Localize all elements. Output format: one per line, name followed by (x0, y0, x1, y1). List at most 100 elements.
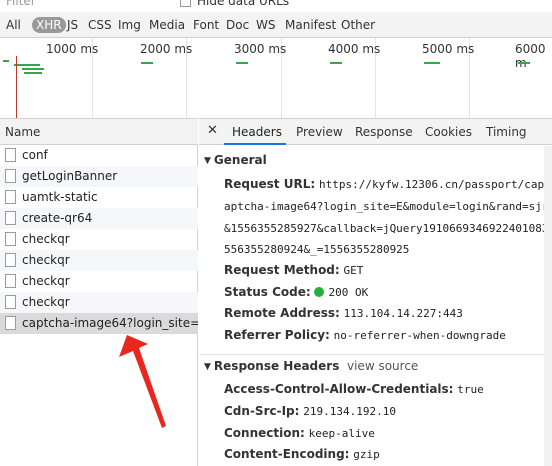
response-header-key: Access-Control-Allow-Credentials: (224, 382, 454, 396)
response-header-key: Connection: (224, 426, 305, 440)
timeline-request-bar (14, 64, 40, 66)
request-row-checkqr[interactable]: checkqr (0, 292, 198, 313)
filter-other[interactable]: Other (340, 17, 376, 33)
filter-input[interactable]: Filter (6, 0, 36, 8)
request-url-row: Request URL: https://kyfw.12306.cn/passp… (224, 174, 552, 195)
response-header-key: Cdn-Src-Ip: (224, 404, 300, 418)
request-url-value: 556355280924&_=1556355280925 (224, 243, 410, 256)
request-row-uamtk-static[interactable]: uamtk-static (0, 187, 198, 208)
hide-data-urls-checkbox[interactable] (180, 0, 191, 7)
file-icon (5, 295, 16, 309)
request-url-value: https://kyfw.12306.cn/passport/captch (318, 178, 552, 191)
filter-img[interactable]: Img (117, 17, 142, 33)
hide-data-urls-label: Hide data URLs (197, 0, 290, 8)
filter-ws[interactable]: WS (255, 17, 276, 33)
request-method-value: GET (343, 264, 364, 277)
response-header-value: true (457, 383, 484, 396)
tab-preview[interactable]: Preview (296, 125, 343, 139)
file-icon (5, 274, 16, 288)
response-headers-section-toggle[interactable]: ▼ Response Headers (204, 359, 339, 373)
request-row-checkqr[interactable]: checkqr (0, 271, 198, 292)
request-row-checkqr[interactable]: checkqr (0, 250, 198, 271)
status-code-value: 200 OK (328, 286, 369, 299)
filter-doc[interactable]: Doc (225, 17, 250, 33)
status-ok-icon (314, 287, 325, 297)
timeline-tick-label: 3000 ms (234, 42, 287, 56)
request-row-checkqr[interactable]: checkqr (0, 229, 198, 250)
request-url-value: &1556355285927&callback=jQuery1910669346… (224, 222, 549, 235)
request-row-captcha-image64[interactable]: captcha-image64?login_site=E... (0, 313, 198, 334)
response-header-value: 219.134.192.10 (303, 405, 396, 418)
referrer-policy-value: no-referrer-when-downgrade (333, 329, 506, 342)
timeline-request-bar (3, 60, 9, 62)
type-filter-bar: All XHR JS CSS Img Media Font Doc WS Man… (0, 12, 552, 38)
filter-font[interactable]: Font (192, 17, 220, 33)
response-headers-title: Response Headers (213, 359, 340, 373)
timeline-request-bar (424, 62, 440, 64)
response-header-row: Connection: keep-alive (224, 423, 375, 444)
timeline-request-bar (236, 62, 248, 64)
timeline-tick-label: 6000 m (515, 42, 546, 70)
request-details-panel: ✕ Headers Preview Response Cookies Timin… (199, 118, 552, 466)
general-section-toggle[interactable]: ▼ General (204, 153, 267, 167)
name-column-header[interactable]: Name (0, 118, 198, 145)
request-name: getLoginBanner (22, 169, 118, 183)
timeline-tick-label: 2000 ms (140, 42, 193, 56)
details-scrollbar[interactable] (544, 146, 552, 466)
request-url-key: Request URL: (224, 177, 316, 191)
request-name: create-qr64 (22, 211, 93, 225)
file-icon (5, 169, 16, 183)
remote-address-row: Remote Address: 113.104.14.227:443 (224, 303, 463, 324)
timeline-request-bar (518, 62, 530, 64)
filter-css[interactable]: CSS (87, 17, 113, 33)
file-icon (5, 232, 16, 246)
response-header-value: keep-alive (308, 427, 375, 440)
file-icon (5, 148, 16, 162)
request-name: uamtk-static (22, 190, 98, 204)
tab-headers[interactable]: Headers (232, 125, 282, 139)
tab-response[interactable]: Response (355, 125, 413, 139)
status-code-row: Status Code: 200 OK (224, 282, 368, 303)
request-name: checkqr (22, 295, 70, 309)
response-header-key: Content-Encoding: (224, 447, 350, 461)
tab-cookies[interactable]: Cookies (425, 125, 472, 139)
filter-xhr[interactable]: XHR (32, 17, 66, 33)
request-row-getloginbanner[interactable]: getLoginBanner (0, 166, 198, 187)
timeline-request-bar (330, 62, 342, 64)
response-header-value: gzip (353, 448, 380, 461)
timeline-request-bar (24, 72, 42, 74)
request-name: conf (22, 148, 48, 162)
request-name: checkqr (22, 253, 70, 267)
filter-media[interactable]: Media (148, 17, 186, 33)
section-divider (199, 354, 552, 355)
collapse-triangle-icon: ▼ (204, 362, 211, 372)
file-icon (5, 190, 16, 204)
request-method-row: Request Method: GET (224, 260, 363, 281)
request-row-create-qr64[interactable]: create-qr64 (0, 208, 198, 229)
remote-address-value: 113.104.14.227:443 (343, 307, 463, 320)
close-icon[interactable]: ✕ (207, 123, 218, 138)
timeline-tick-label: 1000 ms (46, 42, 99, 56)
view-source-link[interactable]: view source (347, 359, 418, 373)
filter-manifest[interactable]: Manifest (284, 17, 337, 33)
response-header-row: Cdn-Src-Ip: 219.134.192.10 (224, 401, 396, 422)
filter-bar: Filter Hide data URLs (0, 0, 552, 12)
file-icon (5, 253, 16, 267)
request-name: checkqr (22, 232, 70, 246)
general-section-title: General (213, 153, 267, 167)
remote-address-key: Remote Address: (224, 306, 340, 320)
request-url-continued: 556355280924&_=1556355280925 (224, 239, 409, 260)
timeline-request-bar (22, 68, 44, 70)
filter-all[interactable]: All (5, 17, 22, 33)
timeline-tick-label: 5000 ms (422, 42, 475, 56)
tab-timing[interactable]: Timing (486, 125, 527, 139)
request-row-conf[interactable]: conf (0, 145, 198, 166)
timeline-overview[interactable]: 1000 ms 2000 ms 3000 ms 4000 ms 5000 ms … (0, 38, 552, 118)
status-code-key: Status Code: (224, 285, 311, 299)
request-name: captcha-image64?login_site=E... (22, 316, 198, 330)
collapse-triangle-icon: ▼ (204, 156, 211, 166)
request-list: Name conf getLoginBanner uamtk-static cr… (0, 118, 198, 466)
referrer-policy-row: Referrer Policy: no-referrer-when-downgr… (224, 325, 506, 346)
filter-js[interactable]: JS (66, 17, 79, 33)
file-icon (5, 211, 16, 225)
